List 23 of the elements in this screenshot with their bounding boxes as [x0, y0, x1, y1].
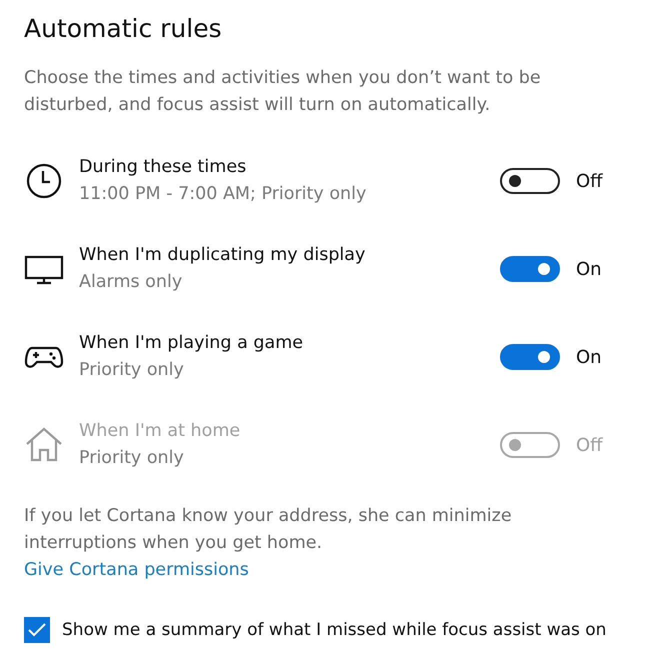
- rule-title: When I'm playing a game: [79, 332, 304, 355]
- cortana-permissions-link[interactable]: Give Cortana permissions: [24, 557, 249, 584]
- rule-title: During these times: [79, 156, 248, 179]
- toggle-switch[interactable]: [500, 168, 560, 194]
- toggle-state-label: Off: [576, 170, 603, 192]
- rule-subtitle: Priority only: [79, 359, 185, 382]
- rule-title: When I'm duplicating my display: [79, 244, 366, 267]
- checkbox-label: Show me a summary of what I missed while focus assist was on: [62, 620, 606, 640]
- rule-subtitle: 11:00 PM - 7:00 AM; Priority only: [79, 183, 368, 206]
- clock-icon: [24, 161, 64, 201]
- rule-title: When I'm at home: [79, 420, 242, 443]
- toggle-state-label: On: [576, 346, 602, 368]
- cortana-note: If you let Cortana know your address, she can minimize interruptions when you get home.: [24, 505, 513, 555]
- toggle-switch[interactable]: [500, 344, 560, 370]
- checkmark-icon: [28, 623, 46, 637]
- rule-subtitle: Priority only: [79, 447, 185, 470]
- section-title: Automatic rules: [24, 14, 223, 43]
- toggle-state-label: On: [576, 258, 602, 280]
- description-text: Choose the times and activities when you don’t want to be disturbed, and focus assist will turn on automatically.: [24, 67, 542, 117]
- toggle-state-label: Off: [576, 434, 603, 456]
- checkbox[interactable]: [24, 617, 50, 643]
- rule-subtitle: Alarms only: [79, 271, 184, 294]
- toggle-switch[interactable]: [500, 256, 560, 282]
